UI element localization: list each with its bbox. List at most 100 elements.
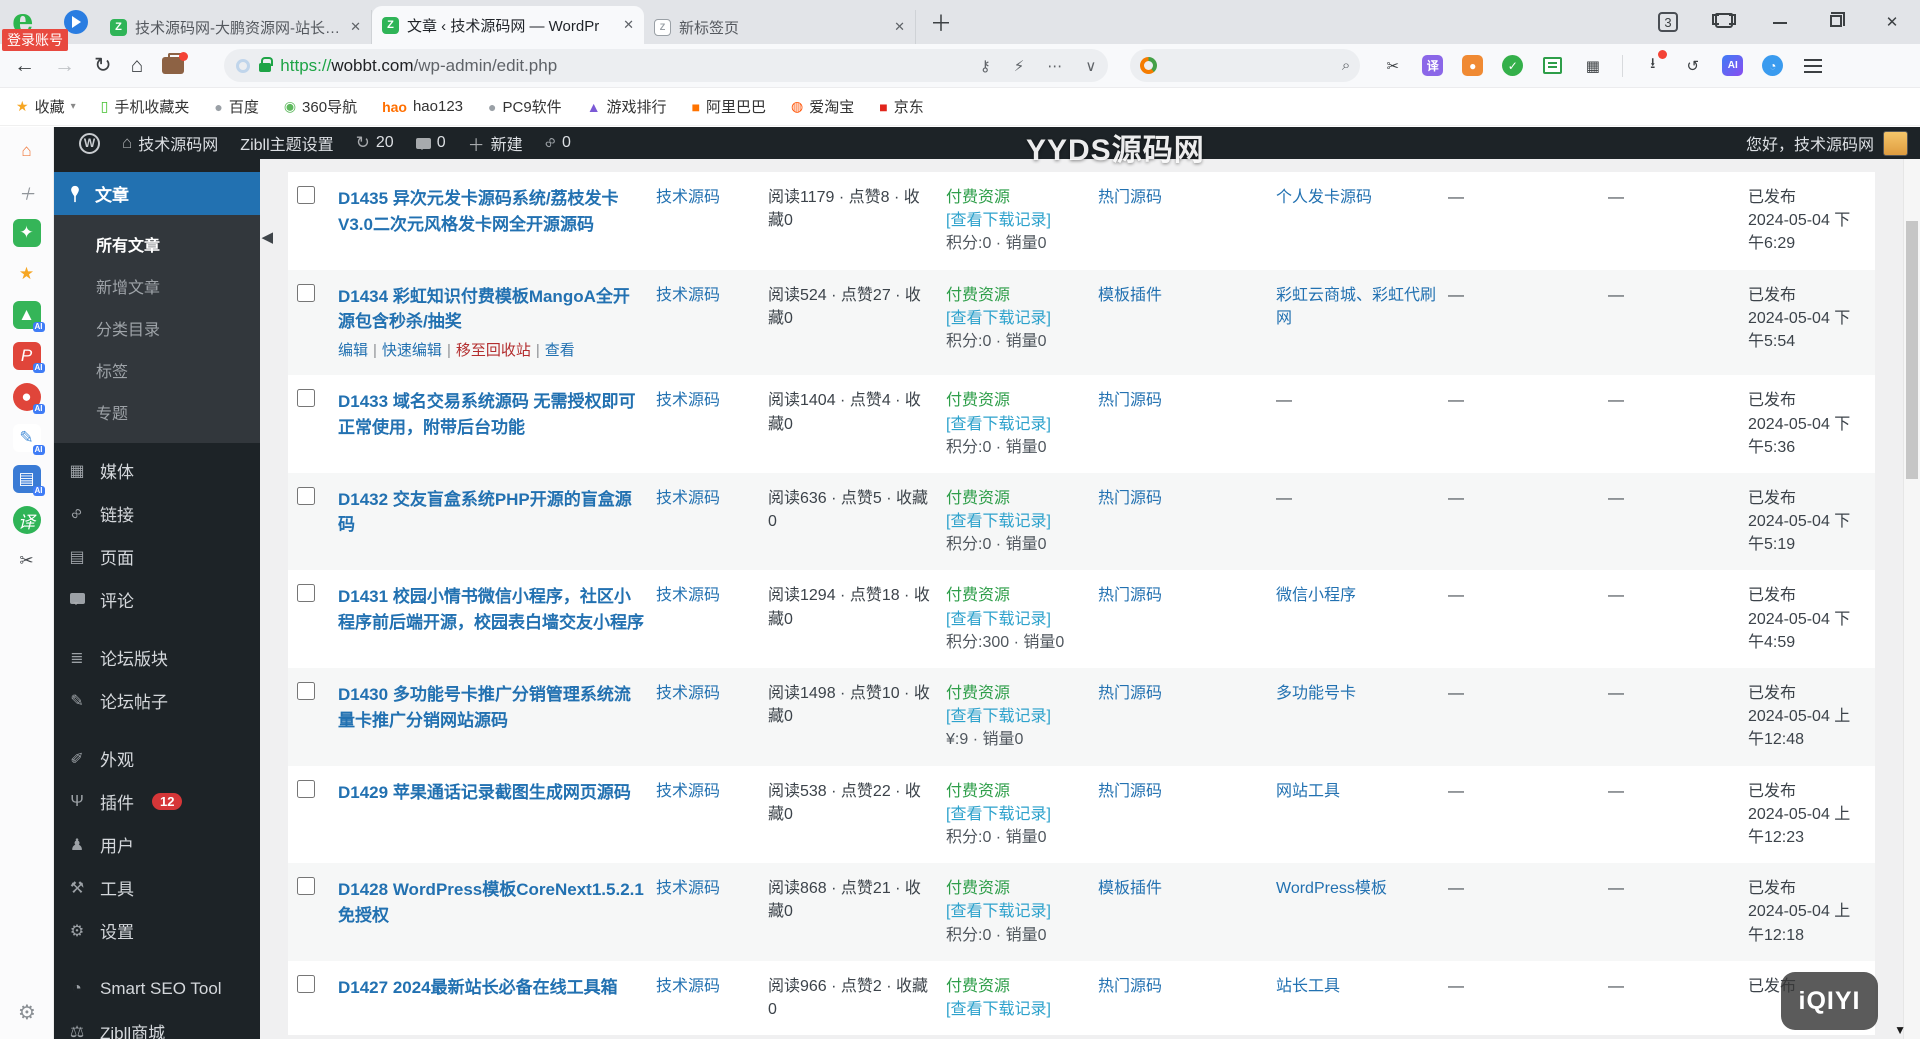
download-records-link[interactable]: [查看下载记录] bbox=[946, 413, 1086, 436]
post-title-link[interactable]: D1428 WordPress模板CoreNext1.5.2.1免授权 bbox=[338, 877, 644, 928]
quick-edit-link[interactable]: 快速编辑 bbox=[382, 342, 442, 359]
restore-session-icon[interactable]: ↺ bbox=[1682, 55, 1703, 76]
post-title-link[interactable]: D1434 彩虹知识付费模板MangoA全开源包含秒杀/抽奖 bbox=[338, 284, 644, 335]
ssl-lock-icon[interactable] bbox=[259, 57, 274, 72]
sidebar-subitem[interactable]: 所有文章 bbox=[54, 223, 260, 265]
side-settings-gear-icon[interactable]: ⚙ bbox=[0, 1000, 54, 1025]
download-records-link[interactable]: [查看下载记录] bbox=[946, 900, 1086, 923]
sidebar-subitem[interactable]: 新增文章 bbox=[54, 265, 260, 307]
download-records-link[interactable]: [查看下载记录] bbox=[946, 803, 1086, 826]
side-tool-icon[interactable]: ▤ AI bbox=[12, 465, 45, 496]
row-checkbox[interactable] bbox=[297, 974, 315, 993]
minimize-button[interactable] bbox=[1752, 14, 1808, 31]
category-link[interactable]: 热门源码 bbox=[1098, 189, 1162, 206]
sidebar-subitem[interactable]: 专题 bbox=[54, 391, 260, 433]
sidebar-item-posts[interactable]: 文章 bbox=[54, 172, 260, 215]
games-icon[interactable]: ● bbox=[1462, 55, 1484, 76]
bookmark-item[interactable]: ■ 京东 bbox=[879, 96, 923, 117]
admin-bar-theme-settings[interactable]: Zibll主题设置 bbox=[229, 127, 344, 159]
bookmark-item[interactable]: ◉ 360导航 bbox=[284, 96, 357, 117]
download-records-link[interactable]: [查看下载记录] bbox=[946, 998, 1086, 1021]
dropdown-chevron-icon[interactable]: ∨ bbox=[1085, 57, 1096, 75]
side-tool-icon[interactable]: ▲ AI bbox=[12, 301, 45, 332]
tag-link[interactable]: 个人发卡源码 bbox=[1276, 189, 1372, 206]
side-tool-icon[interactable]: ⌂ bbox=[13, 137, 41, 165]
download-records-link[interactable]: [查看下载记录] bbox=[946, 705, 1086, 728]
tag-link[interactable]: WordPress模板 bbox=[1276, 880, 1387, 897]
side-tool-icon[interactable]: ● AI bbox=[12, 383, 45, 414]
post-title-link[interactable]: D1433 域名交易系统源码 无需授权即可正常使用，附带后台功能 bbox=[338, 389, 644, 440]
category-link[interactable]: 热门源码 bbox=[1098, 490, 1162, 507]
side-tool-icon[interactable]: ✎ AI bbox=[12, 424, 45, 455]
corner-caret-icon[interactable]: ▼ bbox=[1894, 1023, 1906, 1037]
post-title-link[interactable]: D1427 2024最新站长必备在线工具箱 bbox=[338, 975, 644, 1001]
tag-link[interactable]: 站长工具 bbox=[1276, 978, 1340, 995]
wp-logo[interactable]: W bbox=[68, 127, 111, 159]
author-link[interactable]: 技术源码 bbox=[656, 978, 720, 995]
download-records-link[interactable]: [查看下载记录] bbox=[946, 209, 1086, 232]
new-tab-button[interactable]: ＋ bbox=[930, 6, 952, 38]
password-key-icon[interactable]: ⚷ bbox=[980, 57, 991, 75]
edit-link[interactable]: 编辑 bbox=[338, 342, 368, 359]
close-button[interactable]: ✕ bbox=[1864, 13, 1920, 31]
author-link[interactable]: 技术源码 bbox=[656, 587, 720, 604]
back-icon[interactable]: ← bbox=[14, 54, 35, 78]
tag-link[interactable]: — bbox=[1276, 392, 1292, 409]
category-link[interactable]: 热门源码 bbox=[1098, 978, 1162, 995]
page-scrollbar[interactable] bbox=[1903, 127, 1920, 1039]
reader-mode-icon[interactable] bbox=[236, 58, 251, 73]
menu-icon[interactable] bbox=[1802, 55, 1823, 76]
view-link[interactable]: 查看 bbox=[545, 342, 575, 359]
post-title-link[interactable]: D1431 校园小情书微信小程序，社区小程序前后端开源，校园表白墙交友小程序 bbox=[338, 584, 644, 635]
url-text[interactable]: https://wobbt.com/wp-admin/edit.php bbox=[280, 56, 956, 76]
tag-link[interactable]: — bbox=[1276, 490, 1292, 507]
tab-close-icon[interactable]: ✕ bbox=[894, 19, 905, 35]
bookmark-item[interactable]: ▯ 手机收藏夹 bbox=[101, 96, 190, 117]
more-tools-icon[interactable]: ⋯ bbox=[1047, 57, 1062, 75]
category-link[interactable]: 热门源码 bbox=[1098, 392, 1162, 409]
search-engine-icon[interactable] bbox=[1140, 57, 1158, 74]
tab-close-icon[interactable]: ✕ bbox=[350, 19, 361, 35]
post-title-link[interactable]: D1430 多功能号卡推广分销管理系统流量卡推广分销网站源码 bbox=[338, 682, 644, 733]
admin-bar-new[interactable]: ＋新建 bbox=[457, 127, 534, 159]
scrollbar-thumb[interactable] bbox=[1906, 221, 1918, 479]
reload-icon[interactable]: ↻ bbox=[94, 53, 112, 78]
side-tool-icon[interactable]: ★ bbox=[13, 260, 41, 288]
category-link[interactable]: 模板插件 bbox=[1098, 880, 1162, 897]
home-icon[interactable]: ⌂ bbox=[131, 54, 144, 78]
safety-check-icon[interactable]: ✓ bbox=[1502, 55, 1524, 76]
avatar[interactable] bbox=[1883, 130, 1908, 156]
row-checkbox[interactable] bbox=[297, 877, 315, 896]
sidebar-item[interactable]: ♟ 用户 bbox=[54, 823, 260, 866]
bookmark-item[interactable]: hao hao123 bbox=[382, 98, 463, 115]
tag-link[interactable]: 多功能号卡 bbox=[1276, 685, 1356, 702]
sidebar-item[interactable]: ◔ Smart SEO Tool bbox=[54, 967, 260, 1010]
category-link[interactable]: 热门源码 bbox=[1098, 587, 1162, 604]
trash-link[interactable]: 移至回收站 bbox=[456, 342, 531, 359]
extensions-puzzle-icon[interactable]: ▦ bbox=[1582, 55, 1603, 76]
sidebar-item[interactable]: ⚒ 工具 bbox=[54, 866, 260, 909]
sidebar-item[interactable]: ≣ 论坛版块 bbox=[54, 636, 260, 679]
author-link[interactable]: 技术源码 bbox=[656, 685, 720, 702]
row-checkbox[interactable] bbox=[297, 779, 315, 798]
admin-bar-updates[interactable]: ↻ 20 bbox=[345, 127, 405, 159]
login-account-badge[interactable]: 登录账号 bbox=[2, 29, 68, 51]
download-records-link[interactable]: [查看下载记录] bbox=[946, 510, 1086, 533]
post-title-link[interactable]: D1432 交友盲盒系统PHP开源的盲盒源码 bbox=[338, 487, 644, 538]
search-icon[interactable]: ⌕ bbox=[1342, 57, 1350, 74]
workspace-icon[interactable] bbox=[162, 52, 189, 74]
admin-bar-site[interactable]: ⌂ 技术源码网 bbox=[111, 127, 229, 159]
row-checkbox[interactable] bbox=[297, 486, 315, 505]
admin-bar-links[interactable]: ∞ 0 bbox=[534, 127, 582, 159]
browser-tab[interactable]: Z 新标签页 ✕ bbox=[644, 10, 916, 44]
author-link[interactable]: 技术源码 bbox=[656, 880, 720, 897]
tag-link[interactable]: 网站工具 bbox=[1276, 783, 1340, 800]
sidebar-item[interactable]: ✐ 外观 bbox=[54, 737, 260, 780]
category-link[interactable]: 热门源码 bbox=[1098, 685, 1162, 702]
tag-link[interactable]: 微信小程序 bbox=[1276, 587, 1356, 604]
sidebar-item[interactable]: 评论 bbox=[54, 578, 260, 621]
tag-link[interactable]: 彩虹云商城、彩虹代刷网 bbox=[1276, 287, 1436, 327]
restore-button[interactable] bbox=[1808, 11, 1864, 31]
side-tool-icon[interactable]: ✂ bbox=[13, 547, 41, 575]
author-link[interactable]: 技术源码 bbox=[656, 392, 720, 409]
